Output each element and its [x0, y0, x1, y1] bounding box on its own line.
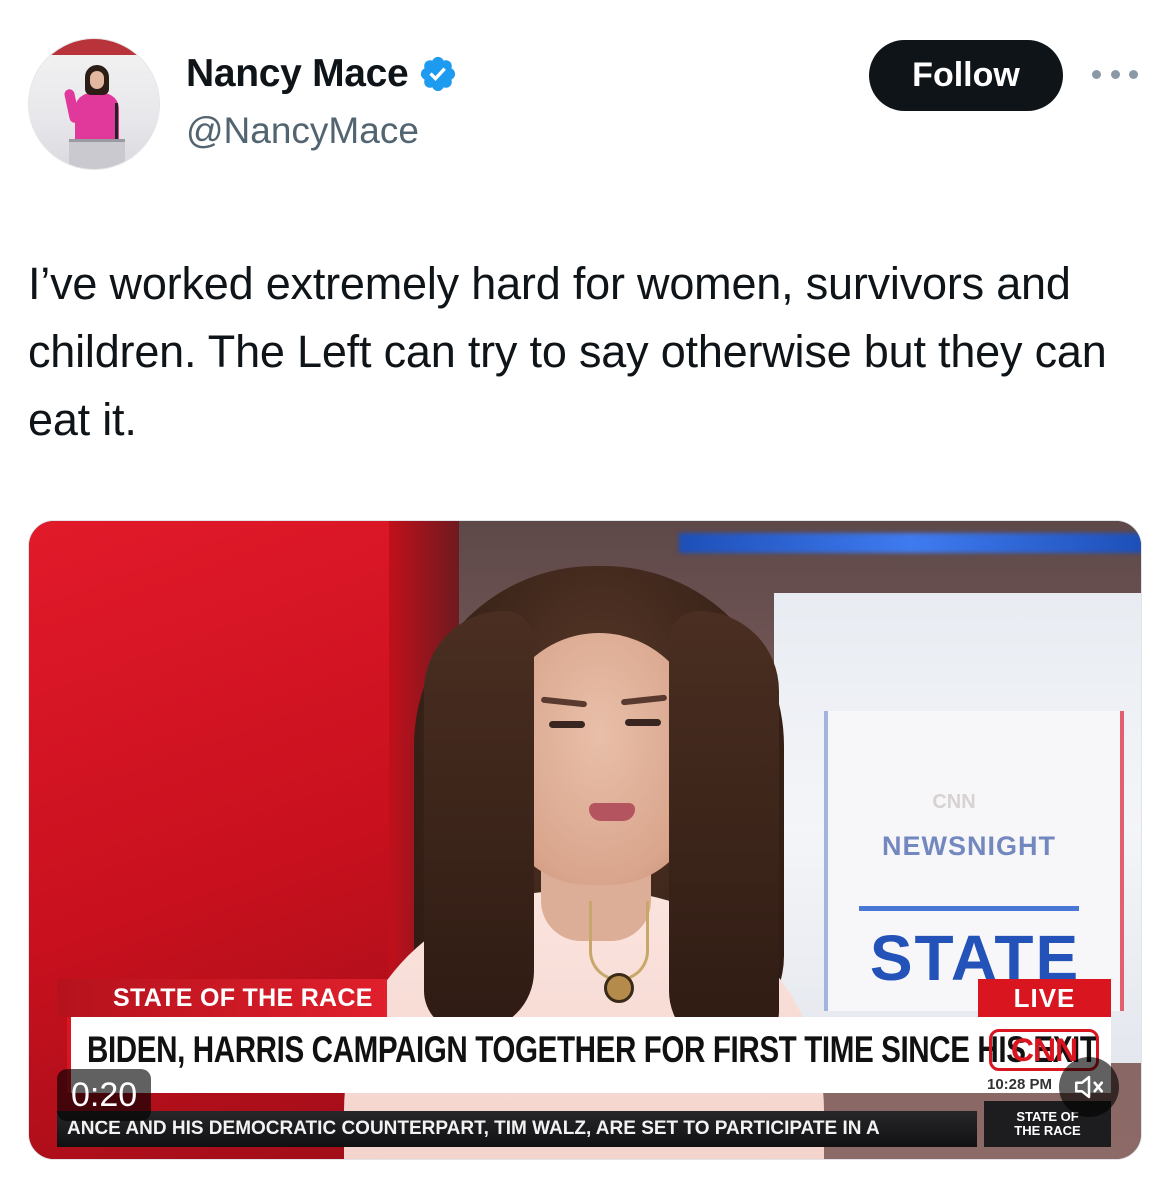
author-handle[interactable]: @NancyMace	[186, 110, 419, 152]
news-ticker: ANCE AND HIS DEMOCRATIC COUNTERPART, TIM…	[57, 1111, 977, 1147]
more-dot	[1110, 69, 1120, 79]
more-dot	[1092, 69, 1101, 79]
chyron-headline: BIDEN, HARRIS CAMPAIGN TOGETHER FOR FIRS…	[87, 1029, 1098, 1070]
studio-screen-logo: CNN	[932, 791, 976, 813]
author-display-name[interactable]: Nancy Mace	[186, 52, 409, 96]
avatar-mic	[115, 103, 118, 143]
chyron-section-label: STATE OF THE RACE	[57, 979, 387, 1017]
studio-screen-rule	[859, 906, 1079, 911]
more-options-icon[interactable]	[1092, 64, 1138, 84]
speaker-hair-right	[669, 611, 779, 1051]
speaker-eye-right	[625, 719, 661, 726]
author-name-row: Nancy Mace	[186, 52, 458, 96]
speaker-muted-icon	[1074, 1075, 1104, 1099]
mute-button[interactable]	[1059, 1057, 1119, 1117]
avatar-face	[90, 71, 104, 89]
video-player[interactable]: CNN NEWSNIGHT STATE STATE OF THE RACE LI…	[28, 520, 1142, 1160]
speaker-hair-left	[424, 611, 534, 1031]
speaker-pendant	[604, 973, 634, 1003]
verified-badge-icon[interactable]	[418, 54, 458, 94]
avatar-backdrop	[29, 39, 159, 55]
avatar-podium	[69, 139, 125, 169]
tweet-text: I’ve worked extremely hard for women, su…	[28, 258, 1107, 445]
speaker-eye-left	[549, 721, 585, 728]
author-avatar[interactable]	[28, 38, 160, 170]
speaker-mouth	[589, 803, 635, 821]
video-duration: 0:20	[57, 1069, 152, 1121]
video-blue-light	[679, 533, 1141, 553]
ticker-side-bottom: THE RACE	[1014, 1123, 1081, 1138]
live-badge: LIVE	[978, 979, 1111, 1017]
more-dot	[1129, 69, 1138, 79]
broadcast-time: 10:28 PM	[987, 1076, 1053, 1093]
ticker-side-top: STATE OF	[1016, 1109, 1079, 1124]
follow-button[interactable]: Follow	[869, 40, 1063, 111]
speaker-necklace	[589, 901, 649, 981]
studio-screen-show: NEWSNIGHT	[882, 831, 1056, 861]
